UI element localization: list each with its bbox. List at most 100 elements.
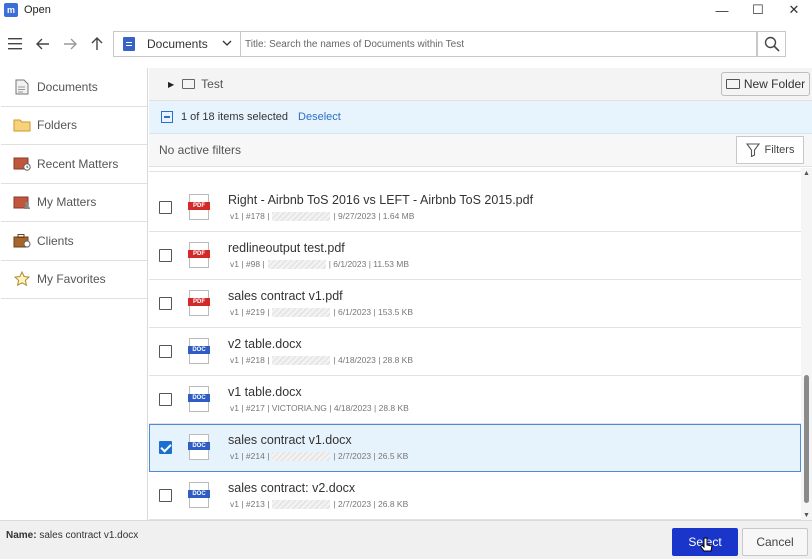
pdf-file-icon: PDF: [188, 290, 210, 316]
deselect-link[interactable]: Deselect: [298, 111, 341, 123]
minimize-button[interactable]: —: [704, 0, 740, 20]
mouse-cursor-icon: [700, 537, 713, 552]
doc-file-icon: DOC: [188, 482, 210, 508]
scrollbar-thumb[interactable]: [804, 375, 809, 503]
filter-bar: No active filters Filters: [149, 134, 812, 167]
file-list: PDF Right - Airbnb ToS 2016 vs LEFT - Ai…: [149, 168, 801, 520]
dialog-footer: Name: sales contract v1.docx Select Canc…: [0, 520, 812, 559]
sidebar-item-label: Documents: [37, 79, 98, 94]
title-bar: m Open — ☐ ✕: [0, 0, 812, 20]
selection-bar: 1 of 18 items selected Deselect: [149, 101, 812, 134]
new-folder-button[interactable]: New Folder: [721, 72, 810, 96]
location-label: Documents: [147, 37, 208, 51]
row-checkbox-checked[interactable]: [159, 441, 172, 454]
file-name: sales contract v1.docx: [228, 433, 352, 447]
pdf-file-icon: PDF: [188, 242, 210, 268]
up-arrow-icon[interactable]: [84, 31, 110, 57]
file-name: sales contract v1.pdf: [228, 289, 343, 303]
doc-file-icon: DOC: [188, 338, 210, 364]
clients-icon: [13, 233, 31, 249]
sidebar-item-label: Recent Matters: [37, 156, 119, 171]
filter-icon: [745, 143, 760, 157]
hamburger-menu-icon[interactable]: [2, 31, 28, 57]
row-checkbox[interactable]: [159, 393, 172, 406]
table-row[interactable]: DOC sales contract: v2.docx v1 | #213 | |…: [149, 472, 801, 520]
window-controls: — ☐ ✕: [704, 0, 812, 20]
table-row[interactable]: DOC v1 table.docx v1 | #217 | VICTORIA.N…: [149, 376, 801, 424]
recent-matters-icon: [13, 156, 31, 172]
maximize-button[interactable]: ☐: [740, 0, 776, 20]
filter-status: No active filters: [159, 143, 242, 157]
row-checkbox[interactable]: [159, 249, 172, 262]
file-meta: v1 | #213 | | 2/7/2023 | 26.8 KB: [230, 499, 409, 509]
scroll-up-arrow-icon[interactable]: ▲: [803, 170, 810, 177]
table-row[interactable]: PDF redlineoutput test.pdf v1 | #98 | | 6…: [149, 232, 801, 280]
expand-arrow-icon[interactable]: ▶: [168, 80, 174, 89]
sidebar-item-documents[interactable]: Documents: [1, 68, 147, 107]
breadcrumb-item-test[interactable]: Test: [201, 77, 223, 91]
star-icon: [13, 271, 31, 287]
new-folder-icon: [725, 79, 740, 89]
toolbar: Documents Title: Search the names of Doc…: [0, 28, 812, 62]
table-row[interactable]: [149, 168, 801, 172]
cancel-button[interactable]: Cancel: [742, 528, 808, 556]
doc-file-icon: DOC: [188, 386, 210, 412]
folder-icon: [182, 79, 196, 89]
file-name: Right - Airbnb ToS 2016 vs LEFT - Airbnb…: [228, 193, 534, 207]
table-row[interactable]: PDF sales contract v1.pdf v1 | #219 | | 6…: [149, 280, 801, 328]
chevron-down-icon: [222, 36, 232, 50]
file-name: sales contract: v2.docx: [228, 481, 356, 495]
sidebar-item-label: Folders: [37, 118, 78, 133]
forward-arrow-icon[interactable]: [57, 31, 83, 57]
row-checkbox[interactable]: [159, 345, 172, 358]
selected-name-display: Name: sales contract v1.docx: [6, 530, 139, 541]
file-name: v1 table.docx: [228, 385, 302, 399]
scroll-down-arrow-icon[interactable]: ▼: [803, 512, 810, 519]
search-icon: [764, 36, 780, 52]
sidebar-item-label: My Favorites: [37, 272, 106, 287]
breadcrumb: ▶ Test New Folder: [149, 68, 812, 101]
location-dropdown[interactable]: Documents: [113, 31, 241, 57]
vertical-scrollbar[interactable]: ▲ ▼: [801, 168, 812, 520]
back-arrow-icon[interactable]: [30, 31, 56, 57]
deselect-all-checkbox[interactable]: [161, 111, 173, 123]
filters-button[interactable]: Filters: [736, 136, 804, 164]
row-checkbox[interactable]: [159, 489, 172, 502]
file-meta: v1 | #219 | | 6/1/2023 | 153.5 KB: [230, 307, 414, 317]
my-matters-icon: [13, 194, 31, 210]
selection-count: 1 of 18 items selected: [181, 111, 289, 123]
document-icon: [13, 79, 31, 95]
folder-icon: [13, 117, 31, 133]
main-panel: ▶ Test New Folder 1 of 18 items selected…: [149, 68, 812, 520]
file-meta: v1 | #214 | | 2/7/2023 | 26.5 KB: [230, 451, 409, 461]
file-name: redlineoutput test.pdf: [228, 241, 345, 255]
doc-file-icon: DOC: [188, 434, 210, 460]
table-row[interactable]: PDF Right - Airbnb ToS 2016 vs LEFT - Ai…: [149, 184, 801, 232]
filters-label: Filters: [764, 144, 795, 156]
close-button[interactable]: ✕: [776, 0, 812, 20]
file-meta: v1 | #98 | | 6/1/2023 | 11.53 MB: [230, 259, 410, 269]
table-row-selected[interactable]: DOC sales contract v1.docx v1 | #214 | | …: [149, 424, 801, 472]
sidebar-item-recent-matters[interactable]: Recent Matters: [1, 145, 147, 184]
navigation-sidebar: Documents Folders Recent Matters My Matt…: [1, 68, 148, 520]
document-icon: [123, 37, 135, 51]
search-button[interactable]: [757, 31, 786, 57]
table-row[interactable]: DOC v2 table.docx v1 | #218 | | 4/18/2023…: [149, 328, 801, 376]
sidebar-item-label: My Matters: [37, 195, 97, 210]
pdf-file-icon: PDF: [188, 194, 210, 220]
file-name: v2 table.docx: [228, 337, 302, 351]
sidebar-item-label: Clients: [37, 233, 74, 248]
sidebar-item-folders[interactable]: Folders: [1, 107, 147, 145]
window-title: Open: [24, 4, 51, 16]
sidebar-item-my-favorites[interactable]: My Favorites: [1, 261, 147, 299]
search-input[interactable]: Title: Search the names of Documents wit…: [241, 31, 757, 57]
app-logo-icon: m: [4, 3, 18, 17]
sidebar-item-clients[interactable]: Clients: [1, 222, 147, 261]
new-folder-label: New Folder: [743, 77, 806, 91]
row-checkbox[interactable]: [159, 201, 172, 214]
file-meta: v1 | #218 | | 4/18/2023 | 28.8 KB: [230, 355, 414, 365]
row-checkbox[interactable]: [159, 297, 172, 310]
sidebar-item-my-matters[interactable]: My Matters: [1, 184, 147, 222]
file-meta: v1 | #217 | VICTORIA.NG | 4/18/2023 | 28…: [230, 403, 409, 413]
file-meta: v1 | #178 | | 9/27/2023 | 1.64 MB: [230, 211, 415, 221]
